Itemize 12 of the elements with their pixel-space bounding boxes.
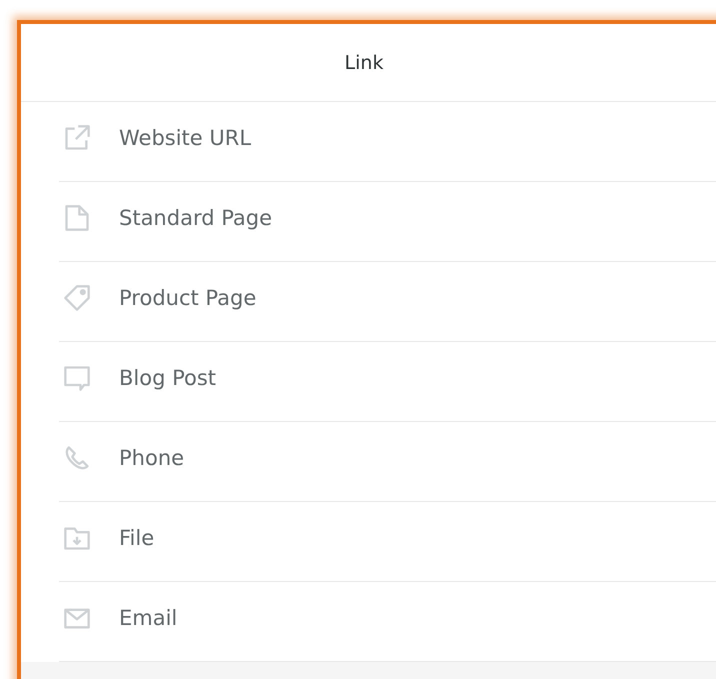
document-icon [63, 204, 91, 232]
external-link-icon [63, 124, 91, 152]
panel-title: Link [344, 52, 384, 74]
tag-icon [63, 284, 91, 312]
link-type-item[interactable]: Website URL [59, 102, 716, 182]
link-type-item[interactable]: Blog Post [59, 342, 716, 422]
link-type-item[interactable]: Standard Page [59, 182, 716, 262]
speech-bubble-icon [63, 364, 91, 392]
phone-icon [63, 444, 91, 472]
link-type-item[interactable]: File [59, 502, 716, 582]
link-type-item[interactable]: Phone [59, 422, 716, 502]
link-type-item[interactable]: Product Page [59, 262, 716, 342]
